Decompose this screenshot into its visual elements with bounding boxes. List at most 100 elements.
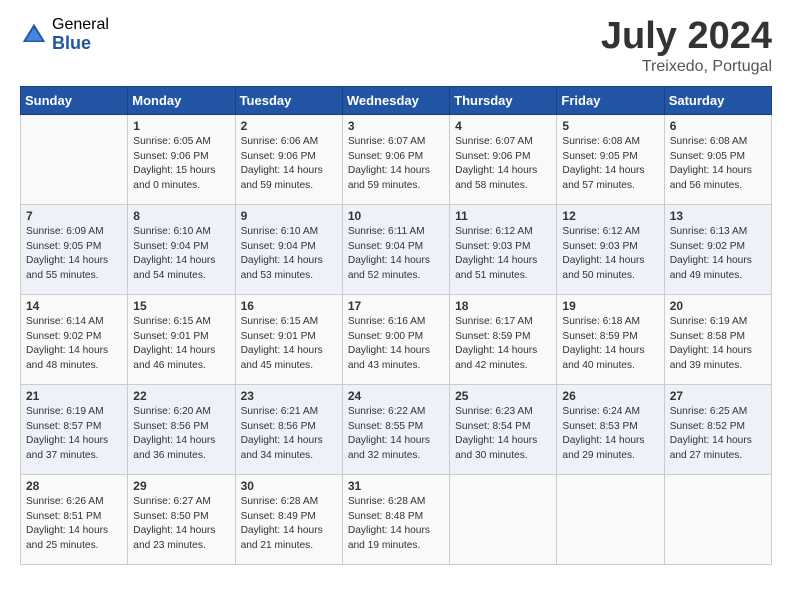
header-row: SundayMondayTuesdayWednesdayThursdayFrid… bbox=[21, 86, 772, 114]
day-cell: 14 Sunrise: 6:14 AM Sunset: 9:02 PM Dayli… bbox=[21, 294, 128, 384]
day-number: 26 bbox=[562, 389, 658, 403]
day-info: Sunrise: 6:27 AM Sunset: 8:50 PM Dayligh… bbox=[133, 495, 229, 554]
day-cell bbox=[21, 114, 128, 204]
week-row-0: 1 Sunrise: 6:05 AM Sunset: 9:06 PM Daylig… bbox=[21, 114, 772, 204]
day-info: Sunrise: 6:19 AM Sunset: 8:58 PM Dayligh… bbox=[670, 315, 766, 374]
day-cell: 18 Sunrise: 6:17 AM Sunset: 8:59 PM Dayli… bbox=[450, 294, 557, 384]
day-number: 29 bbox=[133, 479, 229, 493]
header-cell-sunday: Sunday bbox=[21, 86, 128, 114]
calendar-header: SundayMondayTuesdayWednesdayThursdayFrid… bbox=[21, 86, 772, 114]
day-info: Sunrise: 6:19 AM Sunset: 8:57 PM Dayligh… bbox=[26, 405, 122, 464]
day-info: Sunrise: 6:08 AM Sunset: 9:05 PM Dayligh… bbox=[670, 135, 766, 194]
day-cell: 25Sunrise: 6:23 AM Sunset: 8:54 PM Dayli… bbox=[450, 384, 557, 474]
day-cell: 17Sunrise: 6:16 AM Sunset: 9:00 PM Dayli… bbox=[342, 294, 449, 384]
day-cell: 24 Sunrise: 6:22 AM Sunset: 8:55 PM Dayli… bbox=[342, 384, 449, 474]
day-number: 12 bbox=[562, 209, 658, 223]
day-cell: 27Sunrise: 6:25 AM Sunset: 8:52 PM Dayli… bbox=[664, 384, 771, 474]
day-number: 13 bbox=[670, 209, 766, 223]
logo: General Blue bbox=[20, 16, 109, 53]
day-info: Sunrise: 6:09 AM Sunset: 9:05 PM Dayligh… bbox=[26, 225, 122, 284]
day-info: Sunrise: 6:10 AM Sunset: 9:04 PM Dayligh… bbox=[133, 225, 229, 284]
day-number: 7 bbox=[26, 209, 122, 223]
day-info: Sunrise: 6:05 AM Sunset: 9:06 PM Dayligh… bbox=[133, 135, 229, 194]
day-info: Sunrise: 6:14 AM Sunset: 9:02 PM Dayligh… bbox=[26, 315, 122, 374]
day-cell: 30 Sunrise: 6:28 AM Sunset: 8:49 PM Dayli… bbox=[235, 474, 342, 564]
header-cell-wednesday: Wednesday bbox=[342, 86, 449, 114]
day-number: 15 bbox=[133, 299, 229, 313]
day-cell: 1 Sunrise: 6:05 AM Sunset: 9:06 PM Daylig… bbox=[128, 114, 235, 204]
day-number: 28 bbox=[26, 479, 122, 493]
day-cell: 10Sunrise: 6:11 AM Sunset: 9:04 PM Dayli… bbox=[342, 204, 449, 294]
day-number: 24 bbox=[348, 389, 444, 403]
header-cell-monday: Monday bbox=[128, 86, 235, 114]
day-cell: 4Sunrise: 6:07 AM Sunset: 9:06 PM Daylig… bbox=[450, 114, 557, 204]
day-info: Sunrise: 6:10 AM Sunset: 9:04 PM Dayligh… bbox=[241, 225, 337, 284]
day-number: 4 bbox=[455, 119, 551, 133]
day-cell: 28Sunrise: 6:26 AM Sunset: 8:51 PM Dayli… bbox=[21, 474, 128, 564]
day-info: Sunrise: 6:23 AM Sunset: 8:54 PM Dayligh… bbox=[455, 405, 551, 464]
week-row-3: 21Sunrise: 6:19 AM Sunset: 8:57 PM Dayli… bbox=[21, 384, 772, 474]
day-info: Sunrise: 6:17 AM Sunset: 8:59 PM Dayligh… bbox=[455, 315, 551, 374]
day-info: Sunrise: 6:21 AM Sunset: 8:56 PM Dayligh… bbox=[241, 405, 337, 464]
day-number: 14 bbox=[26, 299, 122, 313]
day-number: 30 bbox=[241, 479, 337, 493]
day-info: Sunrise: 6:12 AM Sunset: 9:03 PM Dayligh… bbox=[455, 225, 551, 284]
day-number: 9 bbox=[241, 209, 337, 223]
day-cell: 20 Sunrise: 6:19 AM Sunset: 8:58 PM Dayli… bbox=[664, 294, 771, 384]
day-info: Sunrise: 6:20 AM Sunset: 8:56 PM Dayligh… bbox=[133, 405, 229, 464]
day-info: Sunrise: 6:16 AM Sunset: 9:00 PM Dayligh… bbox=[348, 315, 444, 374]
day-cell: 22 Sunrise: 6:20 AM Sunset: 8:56 PM Dayli… bbox=[128, 384, 235, 474]
day-info: Sunrise: 6:22 AM Sunset: 8:55 PM Dayligh… bbox=[348, 405, 444, 464]
day-cell: 9 Sunrise: 6:10 AM Sunset: 9:04 PM Daylig… bbox=[235, 204, 342, 294]
week-row-4: 28Sunrise: 6:26 AM Sunset: 8:51 PM Dayli… bbox=[21, 474, 772, 564]
day-number: 2 bbox=[241, 119, 337, 133]
day-cell: 8Sunrise: 6:10 AM Sunset: 9:04 PM Daylig… bbox=[128, 204, 235, 294]
day-info: Sunrise: 6:18 AM Sunset: 8:59 PM Dayligh… bbox=[562, 315, 658, 374]
day-number: 6 bbox=[670, 119, 766, 133]
day-cell: 23 Sunrise: 6:21 AM Sunset: 8:56 PM Dayli… bbox=[235, 384, 342, 474]
header-cell-thursday: Thursday bbox=[450, 86, 557, 114]
day-cell bbox=[557, 474, 664, 564]
day-number: 16 bbox=[241, 299, 337, 313]
day-number: 1 bbox=[133, 119, 229, 133]
day-info: Sunrise: 6:08 AM Sunset: 9:05 PM Dayligh… bbox=[562, 135, 658, 194]
day-number: 3 bbox=[348, 119, 444, 133]
day-number: 19 bbox=[562, 299, 658, 313]
week-row-2: 14 Sunrise: 6:14 AM Sunset: 9:02 PM Dayli… bbox=[21, 294, 772, 384]
day-info: Sunrise: 6:15 AM Sunset: 9:01 PM Dayligh… bbox=[241, 315, 337, 374]
day-number: 22 bbox=[133, 389, 229, 403]
day-number: 11 bbox=[455, 209, 551, 223]
day-number: 20 bbox=[670, 299, 766, 313]
day-cell: 3Sunrise: 6:07 AM Sunset: 9:06 PM Daylig… bbox=[342, 114, 449, 204]
day-cell: 29 Sunrise: 6:27 AM Sunset: 8:50 PM Dayli… bbox=[128, 474, 235, 564]
day-info: Sunrise: 6:28 AM Sunset: 8:48 PM Dayligh… bbox=[348, 495, 444, 554]
day-cell: 31Sunrise: 6:28 AM Sunset: 8:48 PM Dayli… bbox=[342, 474, 449, 564]
header-cell-friday: Friday bbox=[557, 86, 664, 114]
location: Treixedo, Portugal bbox=[601, 58, 772, 76]
day-number: 5 bbox=[562, 119, 658, 133]
day-cell: 26Sunrise: 6:24 AM Sunset: 8:53 PM Dayli… bbox=[557, 384, 664, 474]
day-cell: 5 Sunrise: 6:08 AM Sunset: 9:05 PM Daylig… bbox=[557, 114, 664, 204]
day-info: Sunrise: 6:06 AM Sunset: 9:06 PM Dayligh… bbox=[241, 135, 337, 194]
logo-general: General bbox=[52, 16, 109, 34]
day-number: 23 bbox=[241, 389, 337, 403]
day-cell: 19 Sunrise: 6:18 AM Sunset: 8:59 PM Dayli… bbox=[557, 294, 664, 384]
calendar-body: 1 Sunrise: 6:05 AM Sunset: 9:06 PM Daylig… bbox=[21, 114, 772, 564]
day-info: Sunrise: 6:15 AM Sunset: 9:01 PM Dayligh… bbox=[133, 315, 229, 374]
month-year: July 2024 bbox=[601, 16, 772, 58]
title-block: July 2024 Treixedo, Portugal bbox=[601, 16, 772, 76]
day-cell: 16 Sunrise: 6:15 AM Sunset: 9:01 PM Dayli… bbox=[235, 294, 342, 384]
logo-blue-text: Blue bbox=[52, 34, 109, 54]
calendar-table: SundayMondayTuesdayWednesdayThursdayFrid… bbox=[20, 86, 772, 565]
day-info: Sunrise: 6:13 AM Sunset: 9:02 PM Dayligh… bbox=[670, 225, 766, 284]
page-header: General Blue July 2024 Treixedo, Portuga… bbox=[20, 16, 772, 76]
header-cell-tuesday: Tuesday bbox=[235, 86, 342, 114]
day-number: 18 bbox=[455, 299, 551, 313]
day-cell: 12Sunrise: 6:12 AM Sunset: 9:03 PM Dayli… bbox=[557, 204, 664, 294]
day-cell: 11 Sunrise: 6:12 AM Sunset: 9:03 PM Dayli… bbox=[450, 204, 557, 294]
day-cell: 13 Sunrise: 6:13 AM Sunset: 9:02 PM Dayli… bbox=[664, 204, 771, 294]
day-cell: 7 Sunrise: 6:09 AM Sunset: 9:05 PM Daylig… bbox=[21, 204, 128, 294]
day-info: Sunrise: 6:28 AM Sunset: 8:49 PM Dayligh… bbox=[241, 495, 337, 554]
day-cell: 6 Sunrise: 6:08 AM Sunset: 9:05 PM Daylig… bbox=[664, 114, 771, 204]
day-cell: 15 Sunrise: 6:15 AM Sunset: 9:01 PM Dayli… bbox=[128, 294, 235, 384]
